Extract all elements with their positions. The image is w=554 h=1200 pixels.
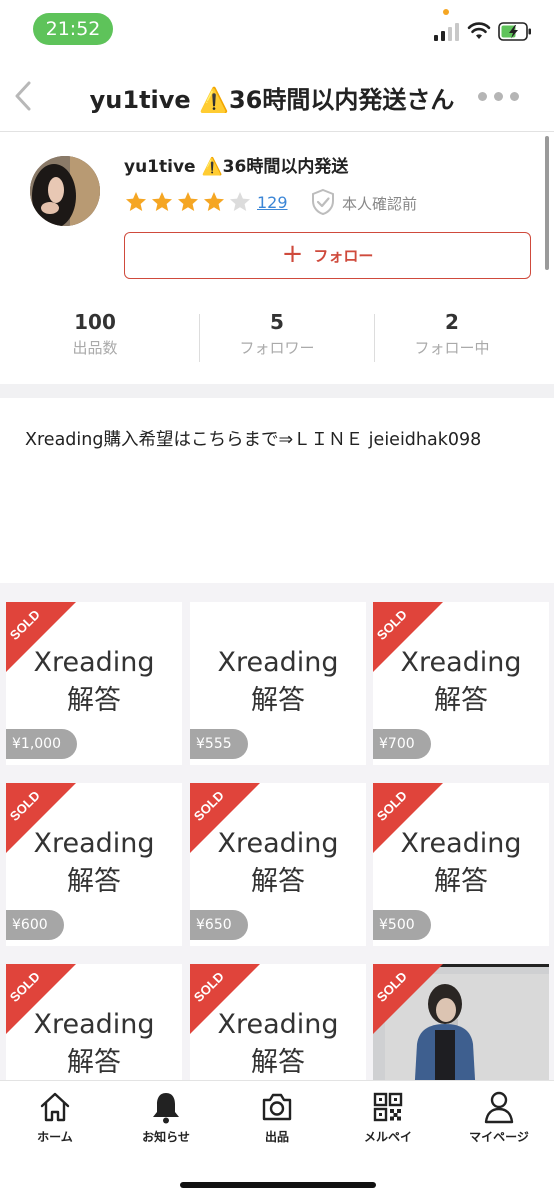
price-tag: ¥650 bbox=[190, 910, 248, 940]
price-tag: ¥1,000 bbox=[6, 729, 77, 759]
home-icon bbox=[40, 1092, 70, 1122]
item-card[interactable]: SOLD bbox=[373, 964, 549, 1080]
star-filled-icon bbox=[204, 192, 224, 211]
sold-ribbon: SOLD bbox=[373, 964, 443, 1034]
sold-ribbon: SOLD bbox=[6, 964, 76, 1034]
star-filled-icon bbox=[152, 192, 172, 211]
stat-label: フォロー中 bbox=[414, 339, 490, 357]
tab-label: マイページ bbox=[469, 1130, 529, 1144]
price-tag: ¥600 bbox=[6, 910, 64, 940]
sold-ribbon: SOLD bbox=[190, 783, 260, 853]
status-bar: 21:52 bbox=[0, 0, 554, 58]
stat-label: フォロワー bbox=[239, 339, 315, 357]
item-card[interactable]: Xreading 解答 ¥555 bbox=[190, 602, 366, 765]
item-card[interactable]: Xreading 解答 SOLD ¥600 bbox=[6, 783, 182, 946]
page-title: yu1tive ⚠️36時間以内発送さん bbox=[89, 86, 455, 114]
item-title-line: 解答 bbox=[251, 685, 305, 716]
item-title-line: 解答 bbox=[251, 1047, 305, 1078]
item-title-line: 解答 bbox=[434, 866, 488, 897]
qr-code-icon bbox=[373, 1092, 403, 1122]
stat-value: 2 bbox=[445, 310, 459, 334]
item-card[interactable]: Xreading 解答 SOLD ¥650 bbox=[190, 783, 366, 946]
profile-stats: 100 出品数 5 フォロワー 2 フォロー中 bbox=[0, 310, 554, 364]
item-title-line: 解答 bbox=[67, 866, 121, 897]
price-tag: ¥555 bbox=[190, 729, 248, 759]
avatar[interactable] bbox=[30, 156, 100, 226]
sold-ribbon: SOLD bbox=[373, 602, 443, 672]
person-icon bbox=[484, 1091, 514, 1124]
sold-ribbon: SOLD bbox=[373, 783, 443, 853]
item-title-line: 解答 bbox=[434, 685, 488, 716]
stat-following[interactable]: 2 フォロー中 bbox=[360, 310, 544, 358]
navigation-bar: yu1tive ⚠️36時間以内発送さん bbox=[0, 58, 554, 132]
item-grid: Xreading 解答 SOLD ¥1,000 Xreading 解答 ¥555 Xreadi… bbox=[0, 583, 554, 1080]
item-title: Xreading 解答 bbox=[190, 644, 366, 720]
bell-icon bbox=[153, 1093, 179, 1124]
identity-verification-status: 本人確認前 bbox=[342, 195, 418, 213]
stat-label: 出品数 bbox=[72, 339, 118, 357]
star-empty-icon bbox=[230, 192, 250, 211]
item-card[interactable]: Xreading 解答 SOLD bbox=[6, 964, 182, 1080]
tab-label: お知らせ bbox=[142, 1130, 190, 1144]
item-title-line: Xreading bbox=[217, 647, 339, 678]
cellular-signal-icon bbox=[434, 23, 460, 41]
more-options-icon[interactable] bbox=[478, 92, 520, 102]
wifi-icon bbox=[467, 22, 491, 39]
sold-ribbon: SOLD bbox=[190, 964, 260, 1034]
tab-notifications[interactable]: お知らせ bbox=[111, 1089, 221, 1145]
section-divider bbox=[0, 384, 554, 398]
plus-icon: + bbox=[281, 239, 304, 269]
battery-charging-icon bbox=[498, 22, 531, 41]
profile-header: yu1tive ⚠️36時間以内発送 129 本人確認前 + フォロー 100 … bbox=[0, 132, 554, 384]
avatar-photo bbox=[30, 156, 100, 226]
status-time: 21:52 bbox=[33, 13, 113, 45]
tab-sell[interactable]: 出品 bbox=[222, 1089, 332, 1145]
tab-mypage[interactable]: マイページ bbox=[444, 1089, 554, 1145]
sold-ribbon: SOLD bbox=[6, 602, 76, 672]
sold-ribbon: SOLD bbox=[6, 783, 76, 853]
follow-button[interactable]: + フォロー bbox=[124, 232, 531, 279]
stat-value: 5 bbox=[270, 310, 284, 334]
rating-stars bbox=[124, 190, 252, 214]
item-title-line: 解答 bbox=[67, 685, 121, 716]
tab-label: メルペイ bbox=[363, 1130, 412, 1144]
camera-icon bbox=[262, 1093, 292, 1121]
item-title-line: 解答 bbox=[251, 866, 305, 897]
tab-label: 出品 bbox=[264, 1130, 289, 1144]
price-tag: ¥700 bbox=[373, 729, 431, 759]
tab-merpay[interactable]: メルペイ bbox=[333, 1089, 443, 1145]
item-card[interactable]: Xreading 解答 SOLD ¥500 bbox=[373, 783, 549, 946]
tab-label: ホーム bbox=[37, 1130, 73, 1144]
star-filled-icon bbox=[126, 192, 146, 211]
item-title-line: 解答 bbox=[67, 1047, 121, 1078]
shield-check-icon bbox=[312, 188, 334, 216]
star-filled-icon bbox=[178, 192, 198, 211]
scrollbar-thumb bbox=[545, 136, 549, 270]
home-indicator bbox=[180, 1182, 376, 1188]
user-name: yu1tive ⚠️36時間以内発送 bbox=[124, 157, 349, 177]
back-chevron-icon[interactable] bbox=[8, 78, 38, 114]
tab-home[interactable]: ホーム bbox=[0, 1089, 110, 1145]
stat-followers[interactable]: 5 フォロワー bbox=[185, 310, 369, 358]
follow-button-label: フォロー bbox=[313, 247, 374, 265]
privacy-indicator-dot bbox=[443, 9, 449, 15]
item-card[interactable]: Xreading 解答 SOLD ¥700 bbox=[373, 602, 549, 765]
item-card[interactable]: Xreading 解答 SOLD ¥1,000 bbox=[6, 602, 182, 765]
profile-bio: Xreading購入希望はこちらまで⇒ＬＩＮＥ jeieidhak098 bbox=[25, 430, 482, 450]
price-tag: ¥500 bbox=[373, 910, 431, 940]
rating-count-link[interactable]: 129 bbox=[257, 193, 288, 212]
stat-value: 100 bbox=[74, 310, 116, 334]
item-card[interactable]: Xreading 解答 SOLD bbox=[190, 964, 366, 1080]
stat-listings[interactable]: 100 出品数 bbox=[3, 310, 187, 358]
bottom-tab-bar: ホーム お知らせ 出品 メルペイ マイページ bbox=[0, 1080, 554, 1200]
